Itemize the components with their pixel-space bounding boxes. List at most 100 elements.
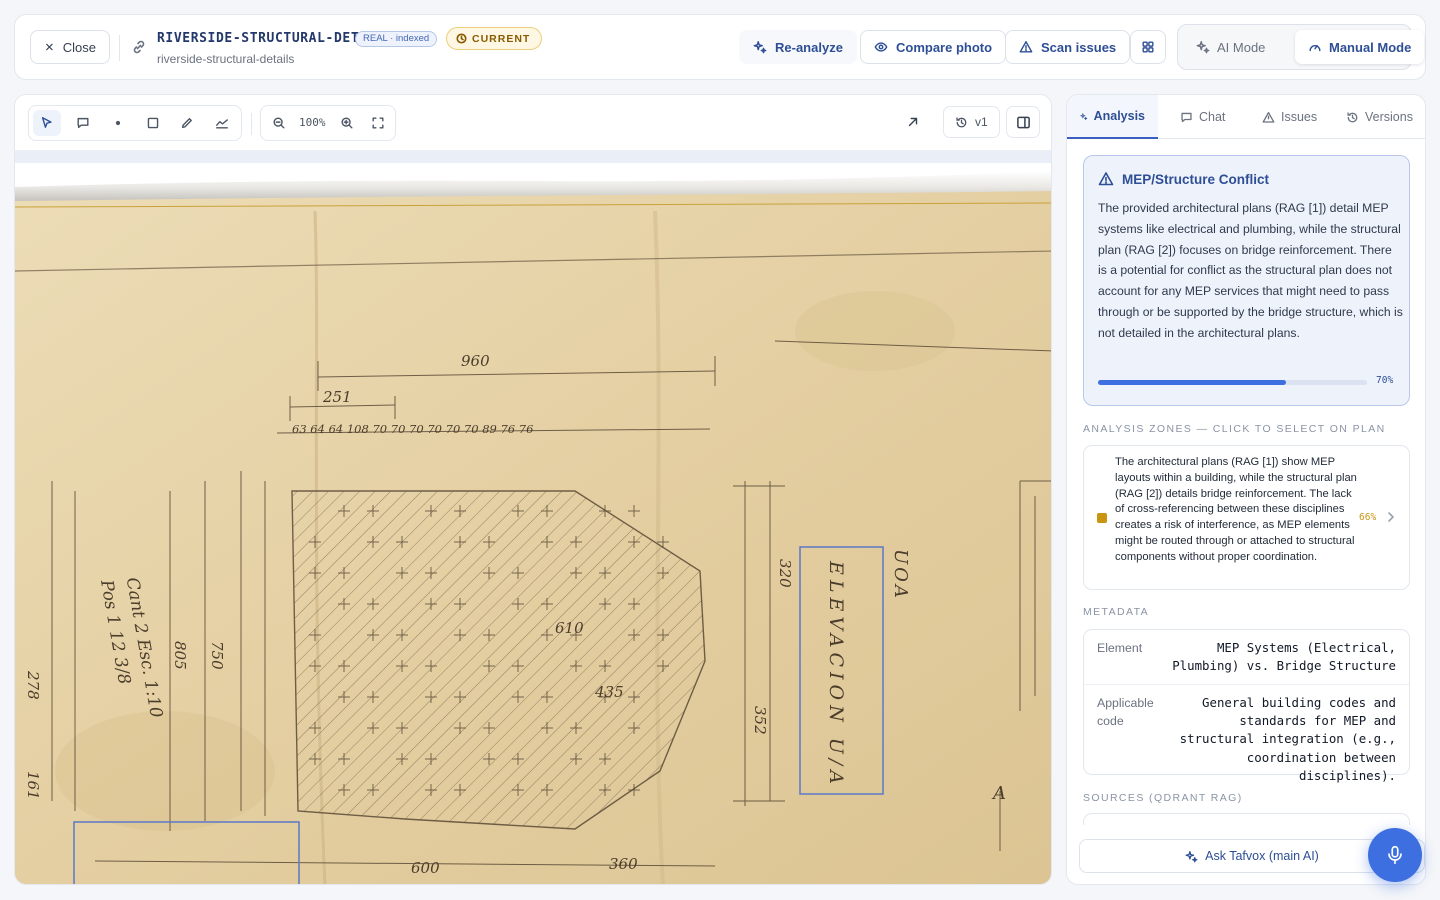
metadata-value: MEP Systems (Electrical, Plumbing) vs. B… — [1172, 640, 1396, 674]
reanalyze-label: Re-analyze — [775, 39, 843, 55]
blueprint-image: 960 251 63 64 64 108 70 70 70 70 70 70 8… — [15, 151, 1051, 884]
zoom-level: 100% — [299, 116, 326, 129]
sparkle-icon — [753, 41, 767, 54]
tab-label: Analysis — [1093, 109, 1145, 123]
scan-issues-button[interactable]: Scan issues — [1005, 30, 1131, 64]
conflict-heading: MEP/Structure Conflict — [1098, 171, 1269, 187]
status-badge-label: CURRENT — [472, 32, 531, 45]
canvas-panel: 100% v1 960 251 63 64 64 108 70 70 70 70… — [14, 94, 1052, 885]
conflict-card: MEP/Structure Conflict The provided arch… — [1083, 155, 1410, 406]
microphone-icon — [1388, 845, 1402, 865]
comment-tool[interactable] — [69, 110, 97, 136]
dimension-label: 960 — [461, 352, 490, 370]
dimension-label: 360 — [609, 855, 638, 873]
pen-tool[interactable] — [173, 110, 201, 136]
sparkle-icon — [1080, 112, 1088, 120]
metadata-value: General building codes and standards for… — [1179, 695, 1396, 783]
confidence-fill — [1098, 380, 1287, 385]
sparkle-icon — [1185, 850, 1198, 862]
zoom-out-button[interactable] — [265, 110, 293, 136]
chat-icon — [1181, 112, 1192, 122]
chevron-right-icon — [1386, 510, 1396, 524]
fit-icon — [372, 117, 384, 129]
dimension-label: 435 — [594, 683, 624, 701]
dimension-label: 251 — [322, 388, 352, 406]
fit-screen-button[interactable] — [364, 110, 392, 136]
compare-photo-label: Compare photo — [896, 39, 993, 55]
zone-confidence: 66% — [1359, 512, 1377, 523]
select-tool[interactable] — [33, 110, 61, 136]
reanalyze-button[interactable]: Re-analyze — [739, 30, 857, 64]
tab-label: Issues — [1281, 110, 1318, 124]
tab-chat[interactable]: Chat — [1167, 95, 1238, 139]
ai-mode-button[interactable]: AI Mode — [1183, 30, 1278, 64]
document-subtitle: riverside-structural-details — [157, 52, 295, 66]
zoom-in-icon — [341, 117, 353, 129]
zones-heading: ANALYSIS ZONES — CLICK TO SELECT ON PLAN — [1083, 423, 1386, 435]
close-label: Close — [62, 39, 96, 55]
zone-color-swatch — [1097, 513, 1107, 523]
toggle-sidebar-button[interactable] — [1006, 106, 1040, 138]
scan-issues-label: Scan issues — [1041, 39, 1117, 55]
grid-view-button[interactable] — [1130, 30, 1166, 64]
eye-icon — [874, 42, 888, 52]
conflict-description: The provided architectural plans (RAG [1… — [1098, 201, 1403, 340]
version-button[interactable]: v1 — [943, 106, 1000, 138]
dot-icon — [115, 120, 121, 126]
compare-photo-button[interactable]: Compare photo — [860, 30, 1007, 64]
dimension-label: 352 — [751, 706, 769, 735]
polyline-icon — [216, 119, 228, 129]
divider — [1084, 684, 1409, 685]
zoom-in-button[interactable] — [333, 110, 361, 136]
plan-note: UOA — [890, 549, 911, 601]
polyline-tool[interactable] — [208, 110, 236, 136]
rectangle-tool[interactable] — [139, 110, 167, 136]
dimension-label: 278 — [24, 670, 42, 700]
dimension-label: 161 — [24, 771, 42, 800]
metadata-heading: METADATA — [1083, 606, 1150, 618]
gauge-icon — [1309, 44, 1321, 52]
voice-input-button[interactable] — [1368, 828, 1422, 882]
warning-icon — [1262, 111, 1275, 123]
sources-list — [1083, 813, 1410, 825]
close-button[interactable]: Close — [30, 30, 110, 64]
drawing-tools — [28, 105, 242, 141]
manual-mode-label: Manual Mode — [1329, 39, 1412, 55]
history-icon — [956, 116, 967, 127]
close-icon — [46, 43, 53, 51]
manual-mode-button[interactable]: Manual Mode — [1295, 30, 1425, 64]
dimension-label: 610 — [555, 619, 584, 637]
elevation-label: ELEVACION U/A — [825, 560, 847, 789]
warning-icon — [1019, 41, 1033, 53]
dimension-label: 750 — [208, 641, 226, 670]
tab-analysis[interactable]: Analysis — [1067, 95, 1158, 139]
panel-tabs: Analysis Chat Issues Versions — [1067, 95, 1425, 139]
indexed-badge: REAL · indexed — [355, 31, 438, 47]
square-icon — [147, 117, 159, 129]
tab-versions[interactable]: Versions — [1333, 95, 1425, 139]
sidebar-icon — [1016, 116, 1030, 128]
confidence-bar — [1098, 380, 1367, 385]
analysis-zone-item[interactable]: The architectural plans (RAG [1]) show M… — [1083, 445, 1410, 590]
divider — [251, 113, 252, 135]
status-badge: CURRENT — [446, 27, 543, 50]
open-external-icon[interactable] — [906, 115, 922, 131]
point-tool[interactable] — [104, 110, 132, 136]
metadata-key: Element — [1097, 641, 1143, 655]
chat-icon — [77, 117, 89, 129]
dimension-row: 63 64 64 108 70 70 70 70 70 70 89 76 76 — [292, 422, 533, 436]
link-icon — [131, 39, 147, 55]
zone-description: The architectural plans (RAG [1]) show M… — [1115, 456, 1357, 563]
ask-ai-label: Ask Tafvox (main AI) — [1205, 849, 1319, 863]
dimension-label: 600 — [411, 859, 440, 877]
metadata-table: Element MEP Systems (Electrical, Plumbin… — [1083, 629, 1410, 783]
confidence-value: 70% — [1376, 375, 1394, 386]
history-icon — [1347, 111, 1358, 122]
tab-issues[interactable]: Issues — [1249, 95, 1330, 139]
panel-body: MEP/Structure Conflict The provided arch… — [1067, 139, 1425, 825]
sources-heading: SOURCES (QDRANT RAG) — [1083, 792, 1243, 804]
sparkle-icon — [1196, 41, 1210, 54]
clock-icon — [456, 33, 467, 44]
plan-note: A — [991, 783, 1006, 804]
drawing-canvas[interactable]: 960 251 63 64 64 108 70 70 70 70 70 70 8… — [15, 151, 1051, 884]
